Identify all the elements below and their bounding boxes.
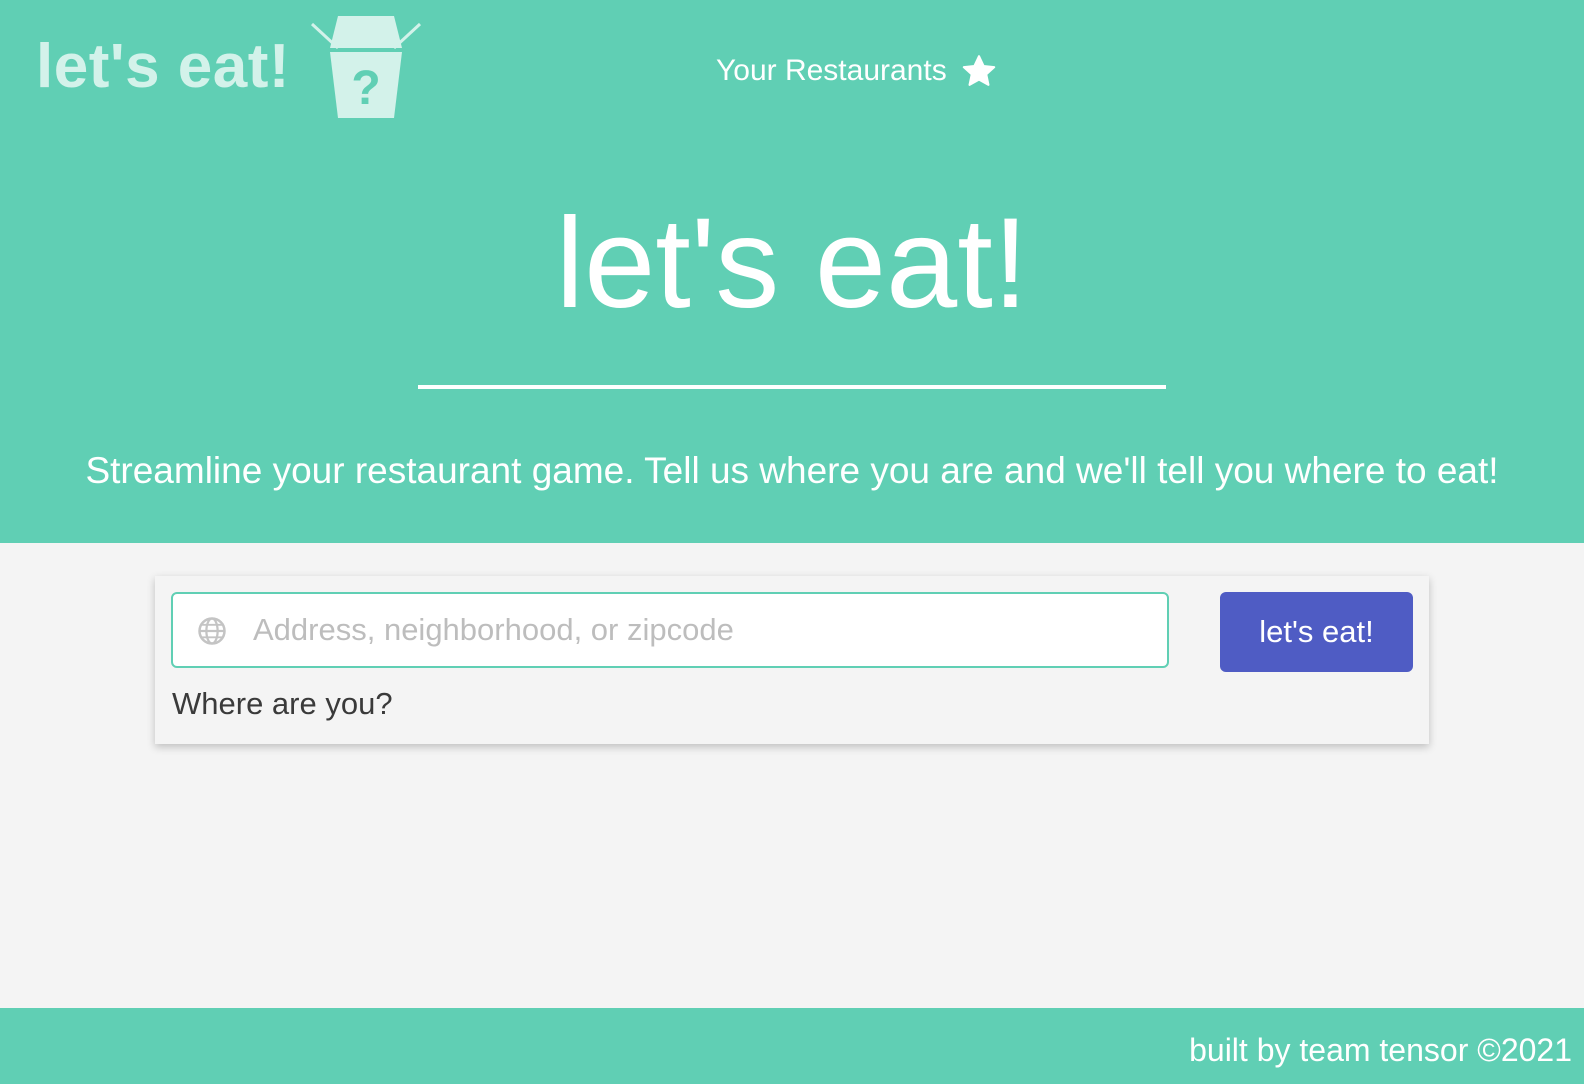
hero-divider: [418, 385, 1166, 389]
footer: built by team tensor ©2021: [0, 1008, 1584, 1084]
lets-eat-submit-button[interactable]: let's eat!: [1220, 592, 1413, 672]
hero-tagline: Streamline your restaurant game. Tell us…: [85, 450, 1499, 491]
star-icon[interactable]: [961, 54, 997, 88]
globe-icon: [198, 617, 226, 645]
brand[interactable]: let's eat!: [36, 36, 290, 98]
location-search-input[interactable]: [253, 594, 1153, 666]
hero-title: let's eat!: [555, 192, 1029, 335]
footer-credit: built by team tensor ©2021: [1189, 1032, 1572, 1068]
location-search-label: Where are you?: [172, 686, 393, 721]
brand-name[interactable]: let's eat!: [36, 36, 290, 98]
takeout-box-question-icon[interactable]: ?: [308, 12, 424, 120]
location-search-field[interactable]: [171, 592, 1169, 668]
search-card: Where are you? let's eat!: [155, 576, 1429, 744]
hero-section: let's eat! ? Your Restaurants let's eat!…: [0, 0, 1584, 543]
nav-your-restaurants-label[interactable]: Your Restaurants: [716, 54, 947, 88]
nav-your-restaurants[interactable]: Your Restaurants: [716, 54, 997, 88]
logo-question-mark: ?: [351, 62, 380, 115]
